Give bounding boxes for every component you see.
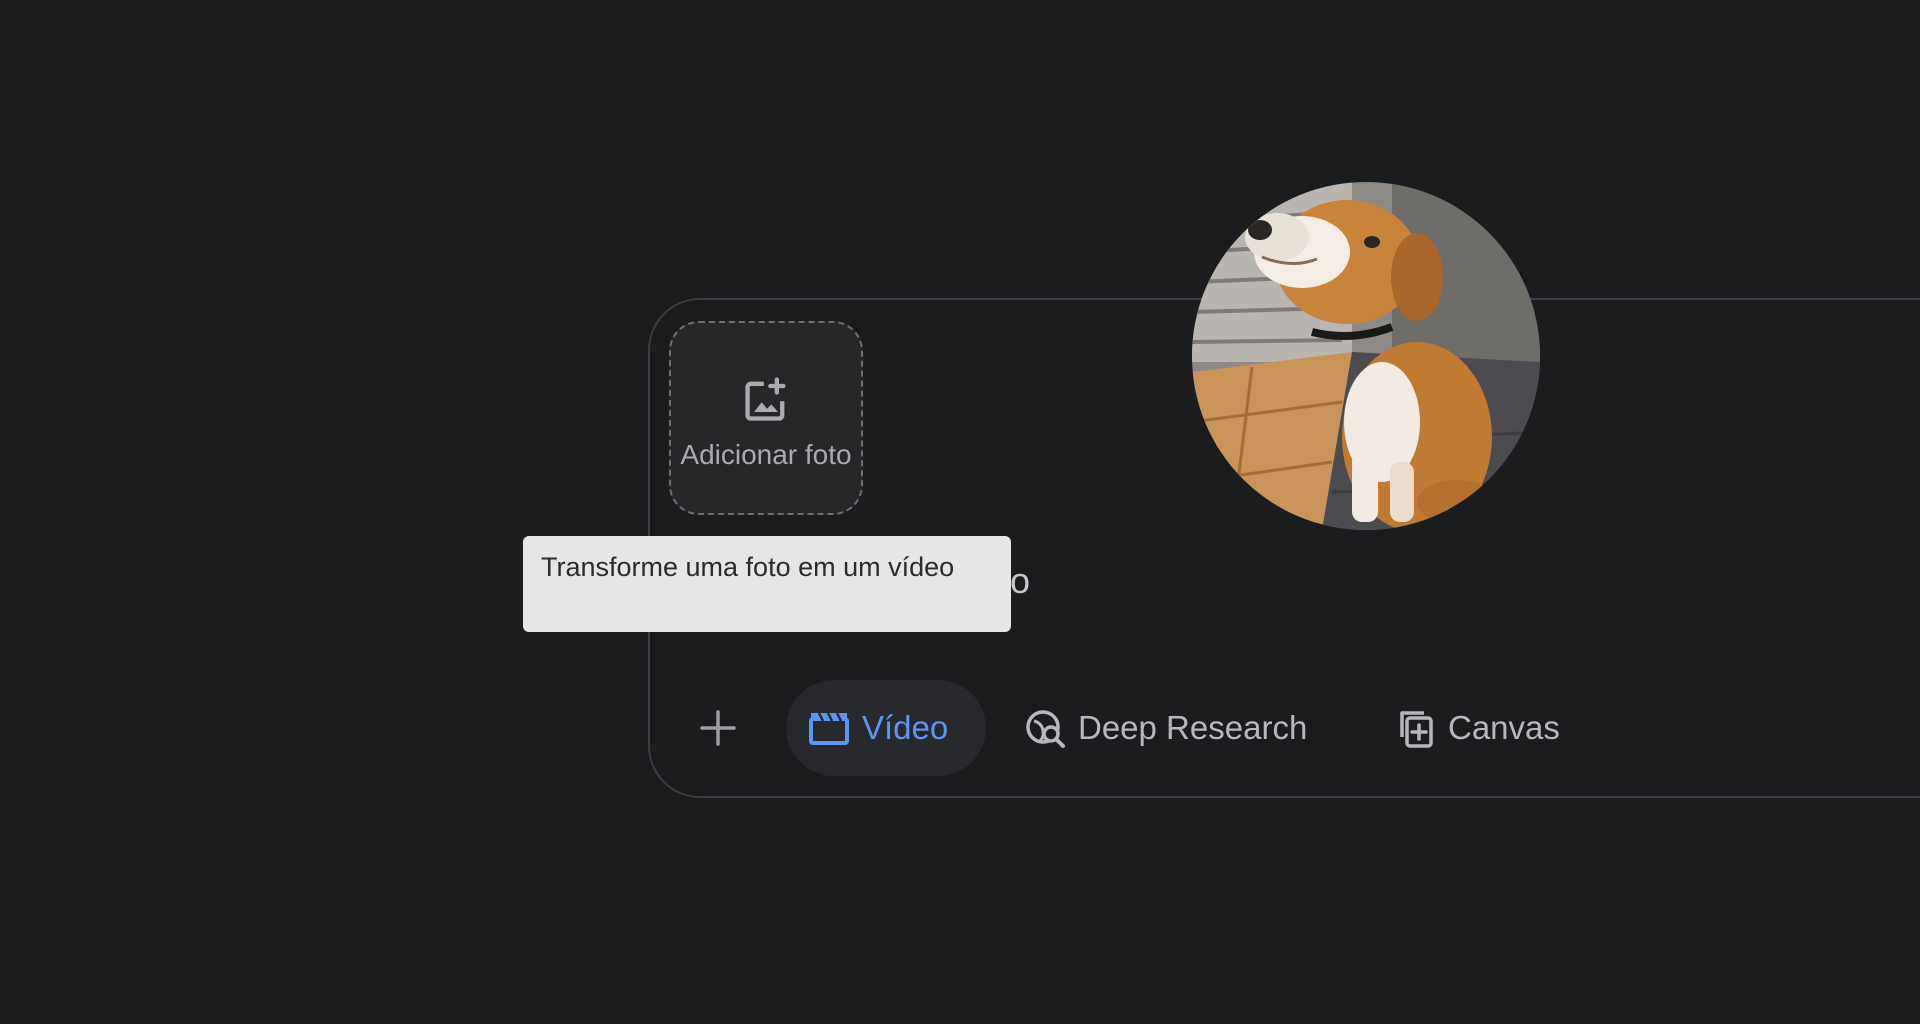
tool-chip-canvas-label: Canvas <box>1448 709 1560 746</box>
deep-research-icon <box>1024 707 1066 749</box>
tool-chip-deep-research[interactable]: Deep Research <box>1024 680 1307 776</box>
dog-photo-avatar <box>1192 182 1540 530</box>
page: Adicionar foto eo Transforme uma foto em… <box>0 0 1920 1024</box>
canvas-icon <box>1394 707 1436 749</box>
add-photo-button[interactable]: Adicionar foto <box>669 321 863 515</box>
tool-chip-deep-research-label: Deep Research <box>1078 709 1308 746</box>
tool-chip-video-label: Vídeo <box>862 709 949 746</box>
plus-icon <box>700 710 736 746</box>
add-image-icon <box>745 377 786 421</box>
video-clapperboard-icon <box>808 707 850 749</box>
tool-chip-canvas[interactable]: Canvas <box>1394 680 1560 776</box>
tooltip: Transforme uma foto em um vídeo <box>523 536 1011 632</box>
dog-photo-image <box>1192 182 1540 530</box>
tool-chip-video[interactable]: Vídeo <box>786 680 986 776</box>
add-attachment-button[interactable] <box>692 702 744 754</box>
add-photo-label: Adicionar foto <box>680 439 852 470</box>
